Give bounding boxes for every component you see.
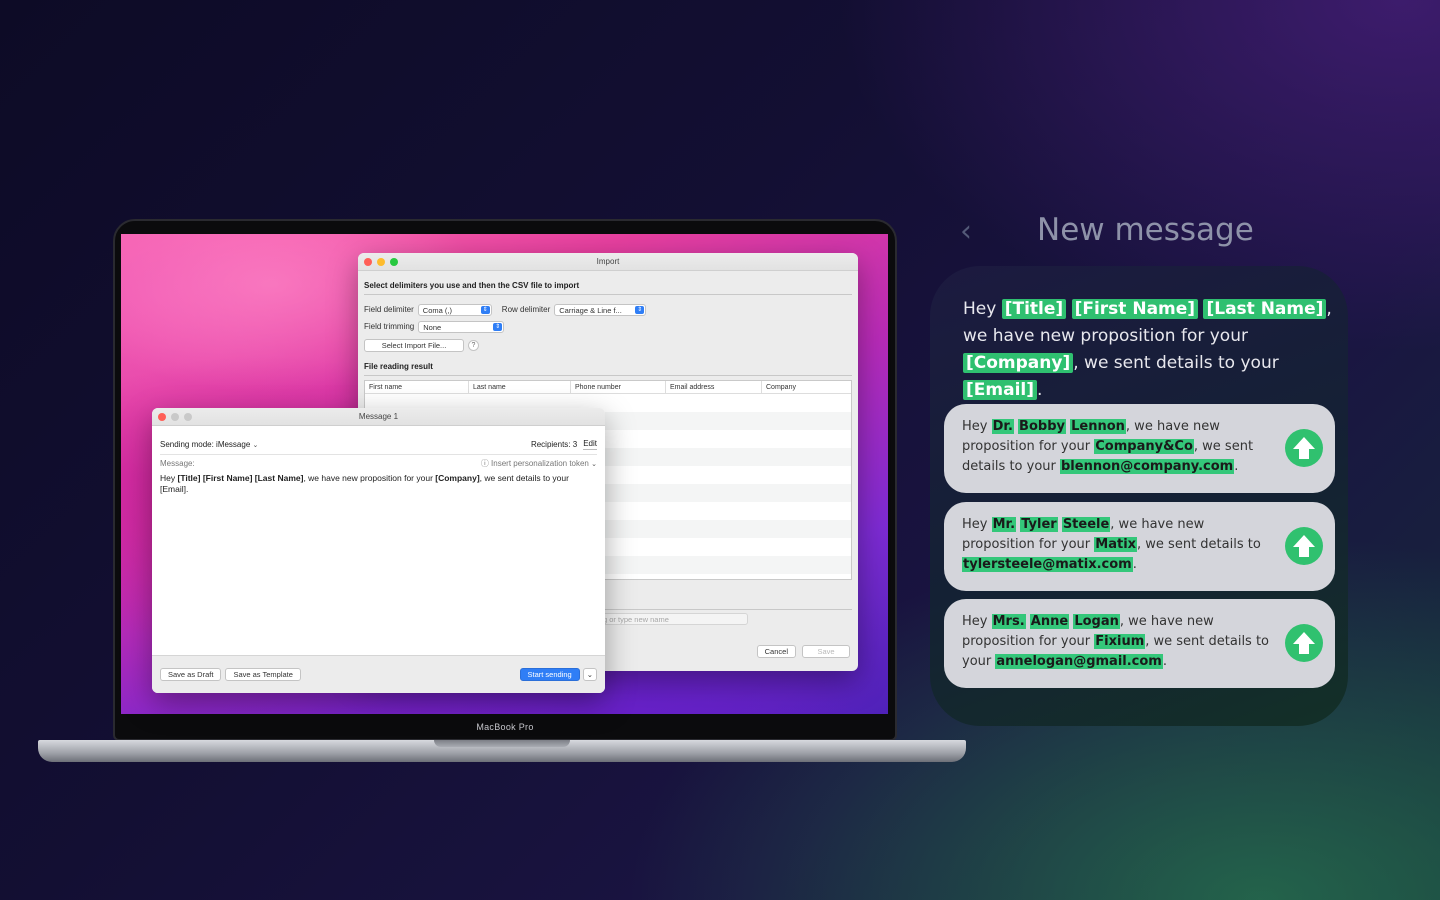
column-header-company[interactable]: Company xyxy=(762,381,850,393)
updown-arrows-icon: ⇕ xyxy=(480,305,490,314)
message-card: Hey Dr. Bobby Lennon, we have new propos… xyxy=(944,404,1335,493)
arrow-up-icon xyxy=(1293,437,1315,459)
message-textarea[interactable]: Hey [Title] [First Name] [Last Name], we… xyxy=(152,471,605,497)
help-button[interactable]: ? xyxy=(468,340,479,351)
send-options-button[interactable]: ⌄ xyxy=(582,668,597,681)
field-delimiter-label: Field delimiter xyxy=(364,305,414,314)
sending-mode-select[interactable]: Sending mode: iMessage ⌄ xyxy=(160,440,258,449)
file-result-section-label: File reading result xyxy=(364,362,433,371)
message-card: Hey Mr. Tyler Steele, we have new propos… xyxy=(944,502,1335,591)
save-as-template-button[interactable]: Save as Template xyxy=(225,668,301,681)
insert-token-select[interactable]: ⓘ Insert personalization token ⌄ xyxy=(481,458,597,469)
chevron-left-icon[interactable]: ‹ xyxy=(960,214,972,249)
cancel-button[interactable]: Cancel xyxy=(756,645,796,658)
title-token: [Title] xyxy=(1001,299,1067,319)
recipients-count: Recipients: 3 xyxy=(530,439,578,449)
message-window-title: Message 1 xyxy=(358,412,399,421)
table-header: First name Last name Phone number Email … xyxy=(365,381,851,394)
divider xyxy=(364,375,852,376)
send-button[interactable] xyxy=(1285,624,1323,662)
chevron-down-icon: ⌄ xyxy=(591,460,597,468)
message-card-text: Hey Mr. Tyler Steele, we have new propos… xyxy=(962,517,1261,572)
chevron-down-icon: ⌄ xyxy=(252,441,259,449)
list-name-combobox[interactable]: g or type new name xyxy=(598,613,748,625)
updown-arrows-icon: ⇕ xyxy=(635,305,645,314)
info-icon: ⓘ xyxy=(480,458,492,468)
message-template: Hey [Title] [First Name] [Last Name], we… xyxy=(963,299,1332,400)
save-as-draft-button[interactable]: Save as Draft xyxy=(160,668,222,681)
start-sending-button[interactable]: Start sending xyxy=(519,668,580,681)
divider xyxy=(364,294,852,295)
column-header-email[interactable]: Email address xyxy=(666,381,762,393)
arrow-up-icon xyxy=(1293,535,1315,557)
message-label: Message: xyxy=(160,458,195,468)
laptop-notch xyxy=(434,740,570,747)
email-token: [Email] xyxy=(963,380,1037,400)
column-header-phone[interactable]: Phone number xyxy=(571,381,666,393)
updown-arrows-icon: ⇕ xyxy=(493,322,503,331)
first-name-token: [First Name] xyxy=(1071,299,1199,319)
select-import-file-button[interactable]: Select Import File... xyxy=(364,339,464,352)
edit-recipients-button[interactable]: Edit xyxy=(583,439,597,450)
new-message-title: New message xyxy=(1037,212,1254,248)
column-header-last-name[interactable]: Last name xyxy=(469,381,571,393)
column-header-first-name[interactable]: First name xyxy=(365,381,469,393)
send-button[interactable] xyxy=(1285,429,1323,467)
chevron-down-icon: ⌄ xyxy=(586,670,593,679)
laptop-brand: MacBook Pro xyxy=(476,722,534,732)
arrow-up-icon xyxy=(1293,632,1315,654)
row-delimiter-label: Row delimiter xyxy=(501,305,551,314)
message-window: Message 1 Sending mode: iMessage ⌄ Recip… xyxy=(152,408,605,693)
import-window-title: Import xyxy=(596,257,620,266)
message-card-text: Hey Dr. Bobby Lennon, we have new propos… xyxy=(962,419,1254,474)
message-card-text: Hey Mrs. Anne Logan, we have new proposi… xyxy=(962,614,1270,669)
last-name-token: [Last Name] xyxy=(1203,299,1327,319)
save-button[interactable]: Save xyxy=(802,645,850,658)
message-titlebar[interactable]: Message 1 xyxy=(152,408,605,426)
send-button[interactable] xyxy=(1285,527,1323,565)
row-delimiter-select[interactable]: Carriage & Line f... ⇕ xyxy=(554,303,647,316)
field-delimiter-select[interactable]: Coma (,) ⇕ xyxy=(417,303,492,316)
message-card: Hey Mrs. Anne Logan, we have new proposi… xyxy=(944,599,1335,688)
company-token: [Company] xyxy=(963,353,1074,373)
delimiters-section-label: Select delimiters you use and then the C… xyxy=(364,281,580,290)
import-titlebar[interactable]: Import xyxy=(358,253,858,271)
field-trimming-select[interactable]: None ⇕ xyxy=(418,320,505,333)
field-trimming-label: Field trimming xyxy=(364,322,415,331)
